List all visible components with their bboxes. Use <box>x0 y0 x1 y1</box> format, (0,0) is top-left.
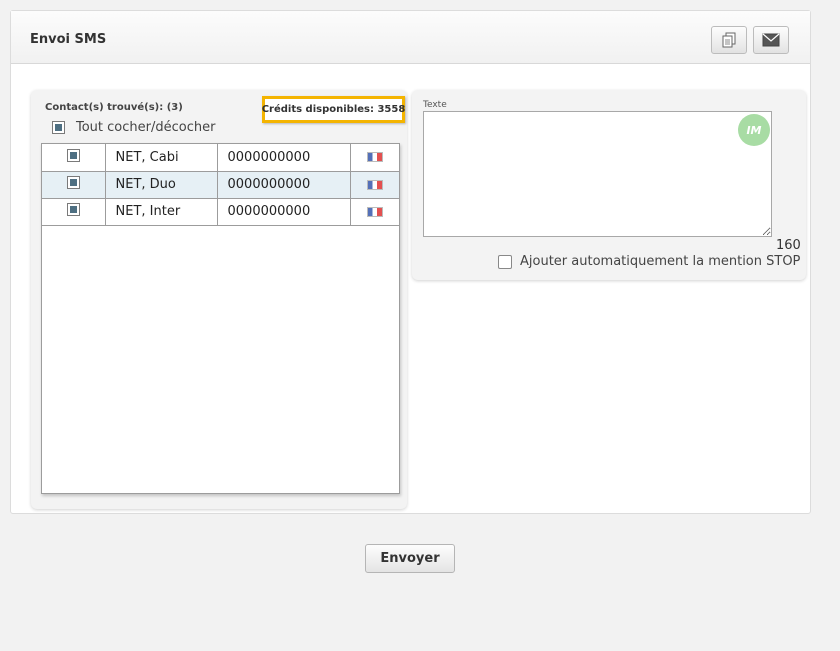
panel-header: Envoi SMS <box>11 11 810 64</box>
toggle-all-checkbox[interactable]: Tout cocher/décocher <box>52 120 215 135</box>
envelope-icon <box>762 33 780 47</box>
contacts-card: Contact(s) trouvé(s): (3) Crédits dispon… <box>31 90 407 509</box>
send-button[interactable]: Envoyer <box>365 544 455 573</box>
assistant-avatar-icon[interactable]: IM <box>738 114 770 146</box>
france-flag-icon <box>366 206 383 217</box>
contact-name: NET, Inter <box>104 197 218 226</box>
contact-name: NET, Cabi <box>104 144 218 172</box>
message-textarea[interactable] <box>423 111 772 237</box>
toggle-all-label: Tout cocher/décocher <box>76 120 216 135</box>
stop-mention-option[interactable]: Ajouter automatiquement la mention STOP <box>498 254 800 269</box>
row-checkbox[interactable] <box>66 148 80 162</box>
credits-badge: Crédits disponibles: 3558 <box>262 96 405 123</box>
table-row[interactable]: NET, Cabi 0000000000 <box>42 144 399 172</box>
copy-button[interactable] <box>711 26 747 54</box>
email-button[interactable] <box>753 26 789 54</box>
checkbox-icon[interactable] <box>52 121 65 134</box>
message-label: Texte <box>423 100 447 110</box>
document-copy-icon <box>722 32 736 48</box>
contact-name: NET, Duo <box>104 170 218 199</box>
message-card: Texte IM 160 Ajouter automatiquement la … <box>412 90 806 280</box>
panel-title: Envoi SMS <box>30 32 107 47</box>
contacts-found-label: Contact(s) trouvé(s): (3) <box>45 102 183 113</box>
contacts-table: NET, Cabi 0000000000 NET, Duo 0000000000… <box>41 143 400 494</box>
france-flag-icon <box>366 179 383 190</box>
france-flag-icon <box>366 152 383 163</box>
stop-mention-label: Ajouter automatiquement la mention STOP <box>520 254 801 269</box>
contact-phone: 0000000000 <box>216 144 351 172</box>
table-row[interactable]: NET, Duo 0000000000 <box>42 170 399 199</box>
contact-phone: 0000000000 <box>216 170 351 199</box>
row-checkbox[interactable] <box>66 203 80 216</box>
stop-mention-checkbox[interactable] <box>498 254 512 269</box>
char-count: 160 <box>776 238 801 253</box>
contact-phone: 0000000000 <box>216 197 351 226</box>
table-row[interactable]: NET, Inter 0000000000 <box>42 197 399 226</box>
row-checkbox[interactable] <box>66 176 80 189</box>
